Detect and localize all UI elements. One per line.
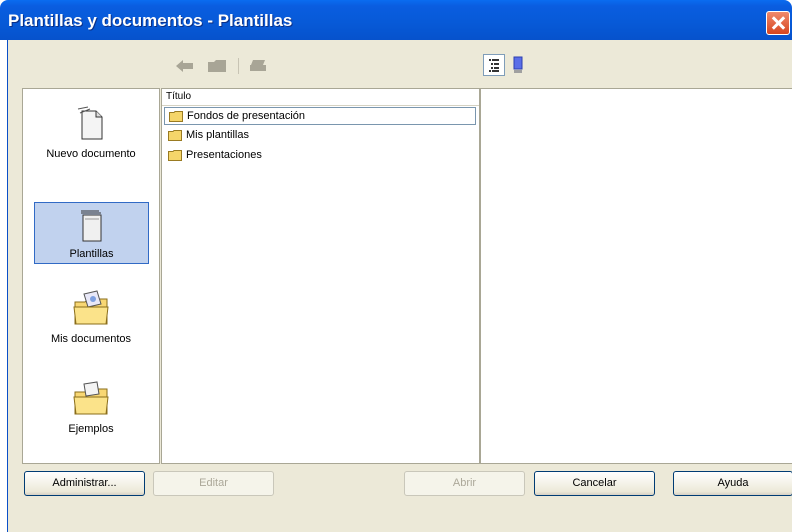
column-header-title[interactable]: Título	[162, 89, 479, 106]
templates-icon	[80, 210, 101, 242]
nav-item-new-document[interactable]: Nuevo documento	[26, 101, 156, 163]
list-view-button[interactable]	[483, 54, 505, 76]
list-item[interactable]: Mis plantillas	[164, 127, 476, 145]
list-item[interactable]: Fondos de presentación	[164, 107, 476, 125]
dialog-body: Nuevo documento Plantillas Mis documento…	[7, 40, 792, 532]
toolbar	[8, 40, 792, 86]
nav-item-label: Mis documentos	[50, 333, 132, 345]
template-list: Título Fondos de presentación Mis planti…	[161, 88, 480, 464]
window-title: Plantillas y documentos - Plantillas	[8, 11, 293, 30]
editar-button[interactable]: Editar	[153, 471, 274, 496]
list-item[interactable]: Presentaciones	[164, 147, 476, 165]
close-button[interactable]	[766, 11, 790, 35]
folder-up-icon[interactable]	[207, 59, 227, 73]
folder-icon	[168, 130, 182, 141]
preview-panel	[480, 88, 792, 464]
navigation-panel: Nuevo documento Plantillas Mis documento…	[22, 88, 160, 464]
list-view-icon	[489, 59, 499, 72]
abrir-button[interactable]: Abrir	[404, 471, 525, 496]
my-documents-folder-icon	[73, 290, 109, 325]
nav-item-label: Ejemplos	[68, 423, 114, 435]
list-item-label: Presentaciones	[186, 149, 262, 161]
print-icon[interactable]	[248, 59, 268, 73]
column-header-label: Título	[166, 91, 192, 102]
nav-item-templates[interactable]: Plantillas	[34, 202, 149, 264]
arrow-left-icon[interactable]	[175, 59, 195, 73]
nav-item-my-documents[interactable]: Mis documentos	[26, 286, 156, 348]
list-item-label: Mis plantillas	[186, 129, 249, 141]
ayuda-button[interactable]: Ayuda	[673, 471, 792, 496]
cancelar-button[interactable]: Cancelar	[534, 471, 655, 496]
new-document-icon	[77, 106, 103, 140]
toolbar-separator	[238, 58, 239, 74]
document-preview-icon[interactable]	[513, 56, 525, 74]
title-bar: Plantillas y documentos - Plantillas	[0, 0, 792, 40]
nav-item-examples[interactable]: Ejemplos	[26, 376, 156, 438]
administrar-button[interactable]: Administrar...	[24, 471, 145, 496]
list-item-label: Fondos de presentación	[187, 110, 306, 122]
nav-item-label: Nuevo documento	[46, 148, 136, 160]
examples-folder-icon	[73, 381, 109, 415]
folder-icon	[169, 111, 183, 122]
nav-item-label: Plantillas	[69, 248, 114, 260]
folder-icon	[168, 150, 182, 161]
